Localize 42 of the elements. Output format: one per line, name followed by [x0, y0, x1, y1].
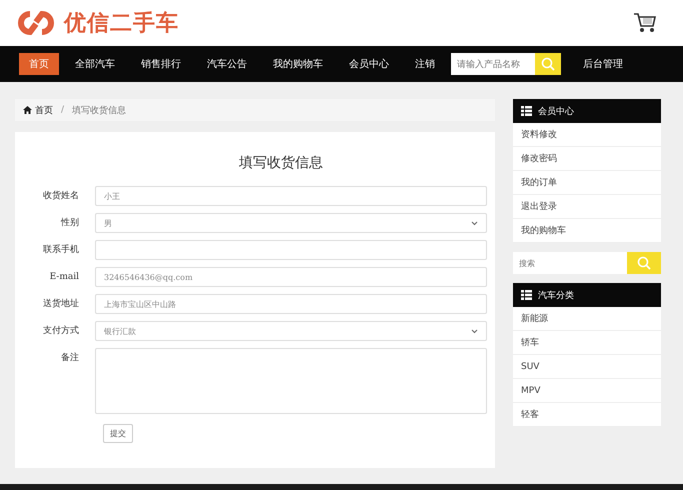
textarea-field[interactable] [95, 348, 487, 414]
panel-title: 汽车分类 [538, 290, 574, 302]
input-field[interactable]: 上海市宝山区中山路 [95, 294, 487, 314]
search-field[interactable]: 请输入产品名称 [451, 53, 535, 75]
field-label: 收货姓名 [42, 190, 80, 203]
breadcrumb-current: 填写收货信息 [72, 104, 126, 116]
breadcrumb-link[interactable]: 首页 [35, 104, 53, 116]
logo-text[interactable]: 优信二手车 [64, 8, 179, 38]
search-button[interactable] [627, 252, 661, 274]
field-label: 备注 [60, 352, 80, 365]
field-label: 联系手机 [42, 244, 80, 257]
nav-link[interactable]: 会员中心 [339, 53, 399, 75]
field-label: E-mail [48, 271, 80, 284]
search-button[interactable] [535, 53, 561, 75]
input-field[interactable]: 3246546436@qq.com [95, 267, 487, 287]
search-icon [541, 57, 555, 71]
chevron-down-icon [471, 220, 478, 226]
nav-link[interactable]: 注销 [405, 53, 445, 75]
search-field[interactable]: 搜索 [513, 252, 627, 274]
input-field[interactable] [95, 240, 487, 260]
nav-link[interactable]: 汽车公告 [197, 53, 257, 75]
cart-icon[interactable] [633, 12, 657, 34]
nav-link[interactable]: 我的购物车 [263, 53, 333, 75]
list-icon [521, 290, 532, 300]
field-label: 支付方式 [42, 324, 80, 338]
nav-link[interactable]: 全部汽车 [65, 53, 125, 75]
panel-title: 会员中心 [538, 106, 574, 118]
nav-link[interactable]: 后台管理 [573, 53, 633, 75]
nav-link[interactable]: 销售排行 [131, 53, 191, 75]
input-field[interactable]: 小王 [95, 186, 487, 206]
list-icon [521, 106, 532, 116]
home-icon [23, 106, 32, 114]
select-field[interactable]: 银行汇款 [95, 321, 487, 341]
breadcrumb-separator: / [61, 105, 64, 115]
nav-link[interactable]: 首页 [19, 53, 59, 75]
search-icon [637, 256, 651, 270]
field-label: 送货地址 [42, 298, 80, 311]
chevron-down-icon [471, 328, 478, 334]
submit-button[interactable]: 提交 [103, 424, 133, 443]
form-title: 填写收货信息 [238, 154, 324, 172]
select-field[interactable]: 男 [95, 213, 487, 233]
field-label: 性别 [60, 216, 80, 230]
